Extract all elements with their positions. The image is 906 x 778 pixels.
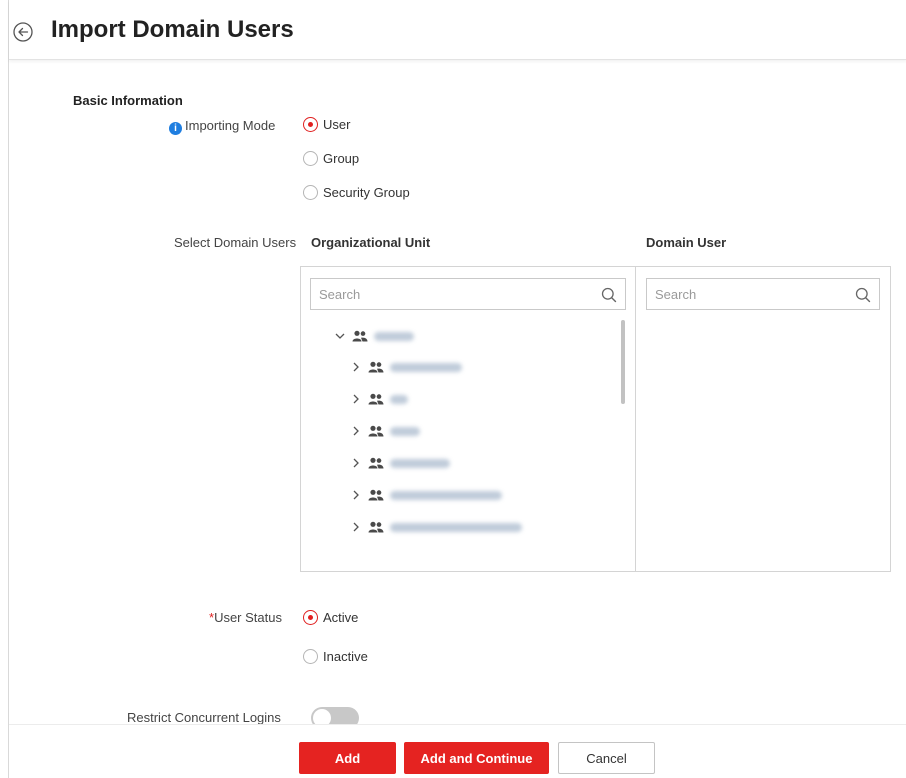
organizational-unit-heading: Organizational Unit xyxy=(311,235,431,250)
tree-node[interactable] xyxy=(350,516,522,538)
group-icon xyxy=(352,330,368,342)
page-title: Import Domain Users xyxy=(51,16,294,43)
tree-node-name-redacted xyxy=(390,490,502,500)
tree-node-root[interactable] xyxy=(334,325,414,347)
domain-user-search-input[interactable] xyxy=(647,279,879,309)
group-icon xyxy=(368,457,384,469)
picker-divider xyxy=(635,267,636,571)
tree-node-name-redacted xyxy=(374,331,414,341)
tree-node-name-redacted xyxy=(390,522,522,532)
radio-unselected-icon xyxy=(303,185,318,200)
radio-label: Group xyxy=(323,151,360,166)
group-icon xyxy=(368,361,384,373)
radio-unselected-icon xyxy=(303,151,318,166)
org-unit-tree xyxy=(310,319,620,559)
user-status-label: *User Status xyxy=(209,610,282,625)
domain-user-picker xyxy=(300,266,891,572)
importing-mode-label-text: Importing Mode xyxy=(185,118,276,133)
tree-scrollbar-thumb[interactable] xyxy=(621,320,625,404)
add-and-continue-button[interactable]: Add and Continue xyxy=(404,742,549,774)
tree-node-name-redacted xyxy=(390,426,420,436)
basic-information-heading: Basic Information xyxy=(73,93,183,108)
domain-user-heading: Domain User xyxy=(646,235,727,250)
radio-label: Active xyxy=(323,610,359,625)
search-icon[interactable] xyxy=(855,287,871,303)
importing-mode-security-group-radio[interactable]: Security Group xyxy=(303,185,410,200)
group-icon xyxy=(368,489,384,501)
page-frame: Import Domain Users Basic Information iI… xyxy=(8,0,906,778)
user-status-inactive-radio[interactable]: Inactive xyxy=(303,649,368,664)
chevron-right-icon[interactable] xyxy=(350,457,362,469)
restrict-concurrent-logins-label: Restrict Concurrent Logins xyxy=(127,710,281,725)
add-button[interactable]: Add xyxy=(299,742,396,774)
group-icon xyxy=(368,521,384,533)
radio-label: Security Group xyxy=(323,185,410,200)
chevron-right-icon[interactable] xyxy=(350,361,362,373)
radio-selected-icon xyxy=(303,610,318,625)
radio-label: Inactive xyxy=(323,649,368,664)
tree-node[interactable] xyxy=(350,388,408,410)
search-icon[interactable] xyxy=(601,287,617,303)
chevron-right-icon[interactable] xyxy=(350,393,362,405)
tree-node[interactable] xyxy=(350,356,462,378)
radio-label: User xyxy=(323,117,351,132)
footer-actions: Add Add and Continue Cancel xyxy=(9,724,906,778)
cancel-button[interactable]: Cancel xyxy=(558,742,655,774)
back-arrow-icon[interactable] xyxy=(13,22,33,42)
org-unit-search-input[interactable] xyxy=(311,279,625,309)
importing-mode-user-radio[interactable]: User xyxy=(303,117,350,132)
org-unit-search-box xyxy=(310,278,626,310)
tree-node-name-redacted xyxy=(390,394,408,404)
radio-selected-icon xyxy=(303,117,318,132)
chevron-right-icon[interactable] xyxy=(350,425,362,437)
tree-node-name-redacted xyxy=(390,362,462,372)
tree-node[interactable] xyxy=(350,484,502,506)
tree-node-name-redacted xyxy=(390,458,450,468)
select-domain-users-label: Select Domain Users xyxy=(174,235,297,250)
user-status-active-radio[interactable]: Active xyxy=(303,610,358,625)
radio-unselected-icon xyxy=(303,649,318,664)
info-icon[interactable]: i xyxy=(169,122,182,135)
tree-node[interactable] xyxy=(350,452,450,474)
page-header: Import Domain Users xyxy=(9,0,906,60)
group-icon xyxy=(368,425,384,437)
importing-mode-group-radio[interactable]: Group xyxy=(303,151,359,166)
group-icon xyxy=(368,393,384,405)
chevron-down-icon[interactable] xyxy=(334,330,346,342)
importing-mode-label: i Importing Mode xyxy=(169,118,275,135)
user-status-label-text: User Status xyxy=(214,610,282,625)
chevron-right-icon[interactable] xyxy=(350,489,362,501)
domain-user-search-box xyxy=(646,278,880,310)
chevron-right-icon[interactable] xyxy=(350,521,362,533)
tree-node[interactable] xyxy=(350,420,420,442)
